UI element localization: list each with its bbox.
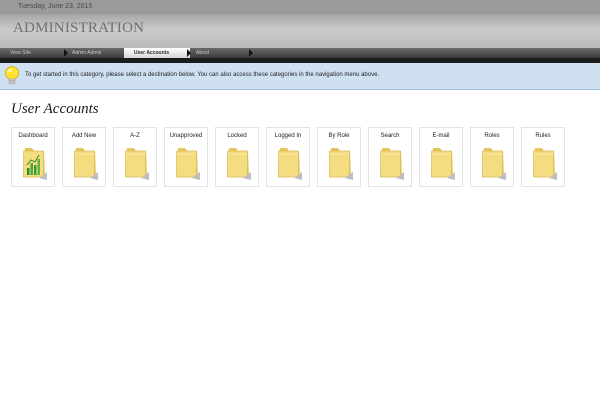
header-date: Tuesday, June 23, 2015 [18,3,93,10]
tile-rules[interactable]: Rules [521,127,565,187]
folder-icon [275,146,303,185]
tile-by-role[interactable]: By Role [317,127,361,187]
nav-item-label: View Site [10,50,31,56]
tile-logged-in[interactable]: Logged In [266,127,310,187]
tile-label: By Role [328,133,350,139]
tile-dashboard[interactable]: Dashboard [11,127,55,187]
tile-label: Dashboard [18,133,48,139]
tile-label: A-Z [130,133,140,139]
section-title: User Accounts [11,101,99,117]
nav-bar: View Site Admin Admin User Accounts Abou… [0,48,600,58]
nav-item-label: User Accounts [134,50,170,56]
lightbulb-icon [4,65,20,92]
tile-search[interactable]: Search [368,127,412,187]
tile-a-z[interactable]: A-Z [113,127,157,187]
folder-icon [479,146,507,185]
nav-item-admin-admin[interactable]: Admin Admin [62,48,129,58]
tile-e-mail[interactable]: E-mail [419,127,463,187]
tile-unapproved[interactable]: Unapproved [164,127,208,187]
header: Tuesday, June 23, 2015 ADMINISTRATION [0,0,600,48]
tile-label: Rules [535,133,551,139]
folder-icon [377,146,405,185]
nav-arrow-icon [249,49,253,57]
tile-label: Locked [227,133,247,139]
tile-roles[interactable]: Roles [470,127,514,187]
nav-item-about[interactable]: About [186,48,253,58]
tile-label: Unapproved [169,133,203,139]
page-header-title: ADMINISTRATION [13,20,145,36]
folder-icon [428,146,456,185]
tile-label: Add New [71,133,97,139]
nav-item-view-site[interactable]: View Site [0,48,68,58]
tile-label: E-mail [432,133,450,139]
folder-icon [173,146,201,185]
info-bar: To get started in this category, please … [0,63,600,90]
tile-locked[interactable]: Locked [215,127,259,187]
info-message: To get started in this category, please … [25,72,380,78]
tile-label: Roles [484,133,500,139]
folder-icon [224,146,252,185]
nav-item-label: About [196,50,210,56]
dashboard-chart-folder-icon [20,146,48,185]
nav-item-user-accounts[interactable]: User Accounts [124,48,191,58]
folder-icon [326,146,354,185]
folder-icon [71,146,99,185]
tile-label: Search [380,133,400,139]
tile-add-new[interactable]: Add New [62,127,106,187]
tile-label: Logged In [274,133,302,139]
folder-icon [530,146,558,185]
nav-item-label: Admin Admin [72,50,102,56]
folder-icon [122,146,150,185]
